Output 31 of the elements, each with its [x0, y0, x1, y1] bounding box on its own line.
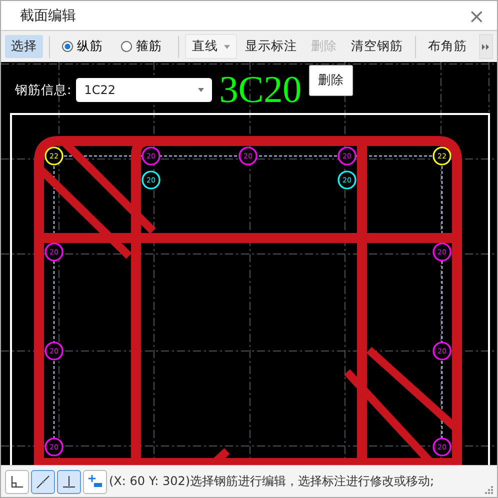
- context-menu-item[interactable]: 删除: [310, 66, 352, 95]
- slope-line-icon: [35, 474, 51, 490]
- rebar-info-label: 钢筋信息:: [15, 82, 72, 98]
- double-arrow-icon: [482, 44, 490, 50]
- radio-icon[interactable]: [121, 41, 132, 52]
- window-title: 截面编辑: [20, 6, 76, 24]
- radio-icon[interactable]: [62, 41, 73, 52]
- resize-grip-icon[interactable]: [485, 486, 493, 494]
- radio-option[interactable]: 箍筋: [115, 38, 172, 55]
- close-button[interactable]: ×: [464, 6, 489, 26]
- caret-icon: [224, 44, 230, 48]
- radio-label: 纵筋: [77, 38, 103, 55]
- add-dimension-icon: [87, 474, 103, 490]
- line-type-dropdown[interactable]: 直线: [185, 34, 237, 59]
- snap-button[interactable]: [57, 470, 81, 494]
- rebar-info-select[interactable]: 1C22: [76, 78, 212, 102]
- corner-icon: [9, 474, 25, 490]
- overflow-button[interactable]: [479, 34, 493, 59]
- toolbar-button[interactable]: 显示标注: [239, 35, 303, 58]
- status-text: (X: 60 Y: 302)选择钢筋进行编辑，选择标注进行修改或移动;: [109, 473, 434, 490]
- radio-option[interactable]: 纵筋: [56, 38, 113, 55]
- radio-label: 箍筋: [136, 38, 162, 55]
- select-value: 1C22: [84, 83, 116, 97]
- caret-icon: [198, 88, 204, 92]
- toolbar-button[interactable]: 布角筋: [422, 35, 473, 58]
- toolbar-button[interactable]: 清空钢筋: [345, 35, 409, 58]
- snap-button[interactable]: [5, 470, 29, 494]
- rebar-annotation[interactable]: 3C20: [219, 71, 302, 109]
- toolbar-button[interactable]: 选择: [5, 35, 43, 58]
- perpendicular-icon: [61, 474, 77, 490]
- snap-button[interactable]: [31, 470, 55, 494]
